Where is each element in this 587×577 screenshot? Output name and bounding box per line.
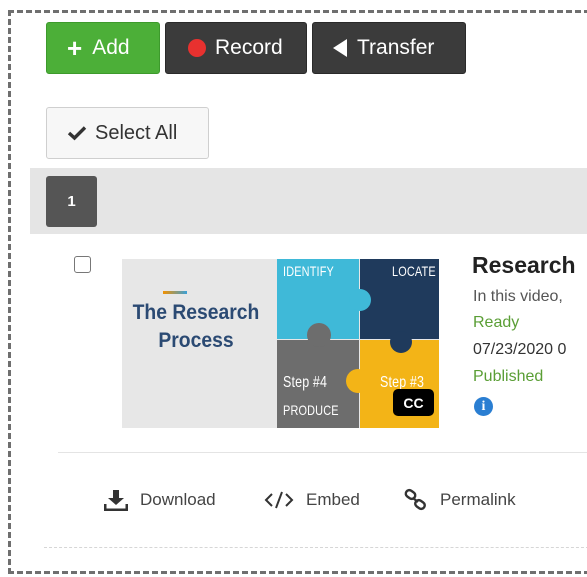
bottom-divider bbox=[44, 547, 587, 548]
download-icon bbox=[104, 489, 128, 511]
select-all-label: Select All bbox=[95, 121, 178, 144]
transfer-button[interactable]: Transfer bbox=[312, 22, 466, 74]
page-number-button[interactable]: 1 bbox=[46, 176, 97, 227]
check-icon bbox=[67, 126, 87, 141]
embed-label: Embed bbox=[306, 490, 360, 509]
thumbnail-title-line2: Process bbox=[158, 329, 234, 352]
puzzle-label-locate: LOCATE bbox=[392, 263, 436, 279]
permalink-action[interactable]: Permalink bbox=[404, 487, 516, 513]
embed-icon bbox=[264, 490, 294, 510]
puzzle-label-produce: PRODUCE bbox=[283, 402, 339, 418]
record-button[interactable]: Record bbox=[165, 22, 307, 74]
transfer-arrow-icon bbox=[333, 39, 347, 57]
plus-icon: + bbox=[67, 33, 83, 63]
embed-action[interactable]: Embed bbox=[264, 487, 360, 513]
pagination-bar bbox=[30, 168, 587, 234]
download-label: Download bbox=[140, 490, 216, 509]
download-action[interactable]: Download bbox=[104, 487, 216, 513]
puzzle-knob bbox=[346, 369, 370, 393]
info-icon[interactable]: i bbox=[474, 397, 493, 416]
media-title[interactable]: Research bbox=[472, 252, 576, 279]
add-label: Add bbox=[92, 36, 130, 59]
add-button[interactable]: + Add bbox=[46, 22, 160, 74]
media-date: 07/23/2020 0 bbox=[473, 341, 567, 358]
item-checkbox[interactable] bbox=[74, 256, 91, 273]
media-description: In this video, bbox=[473, 288, 563, 305]
puzzle-label-step4: Step #4 bbox=[283, 374, 328, 391]
status-ready: Ready bbox=[473, 314, 520, 331]
permalink-label: Permalink bbox=[440, 490, 516, 509]
divider bbox=[58, 452, 587, 453]
puzzle-knob bbox=[349, 289, 371, 311]
select-all-button[interactable]: Select All bbox=[46, 107, 209, 159]
thumbnail-title: The Research Process bbox=[128, 299, 264, 355]
record-label: Record bbox=[215, 36, 283, 59]
transfer-label: Transfer bbox=[357, 36, 435, 59]
publish-status: Published bbox=[473, 368, 544, 385]
thumbnail-accent-line bbox=[163, 291, 187, 294]
thumbnail-title-line1: The Research bbox=[132, 301, 260, 324]
puzzle-knob bbox=[390, 331, 412, 353]
record-dot-icon bbox=[188, 39, 206, 57]
puzzle-label-identify: IDENTIFY bbox=[283, 263, 335, 279]
puzzle-knob bbox=[307, 323, 331, 347]
cc-icon: CC bbox=[393, 389, 434, 416]
permalink-icon bbox=[404, 488, 428, 512]
video-thumbnail[interactable]: The Research Process IDENTIFY LOCATE Ste… bbox=[122, 259, 439, 428]
